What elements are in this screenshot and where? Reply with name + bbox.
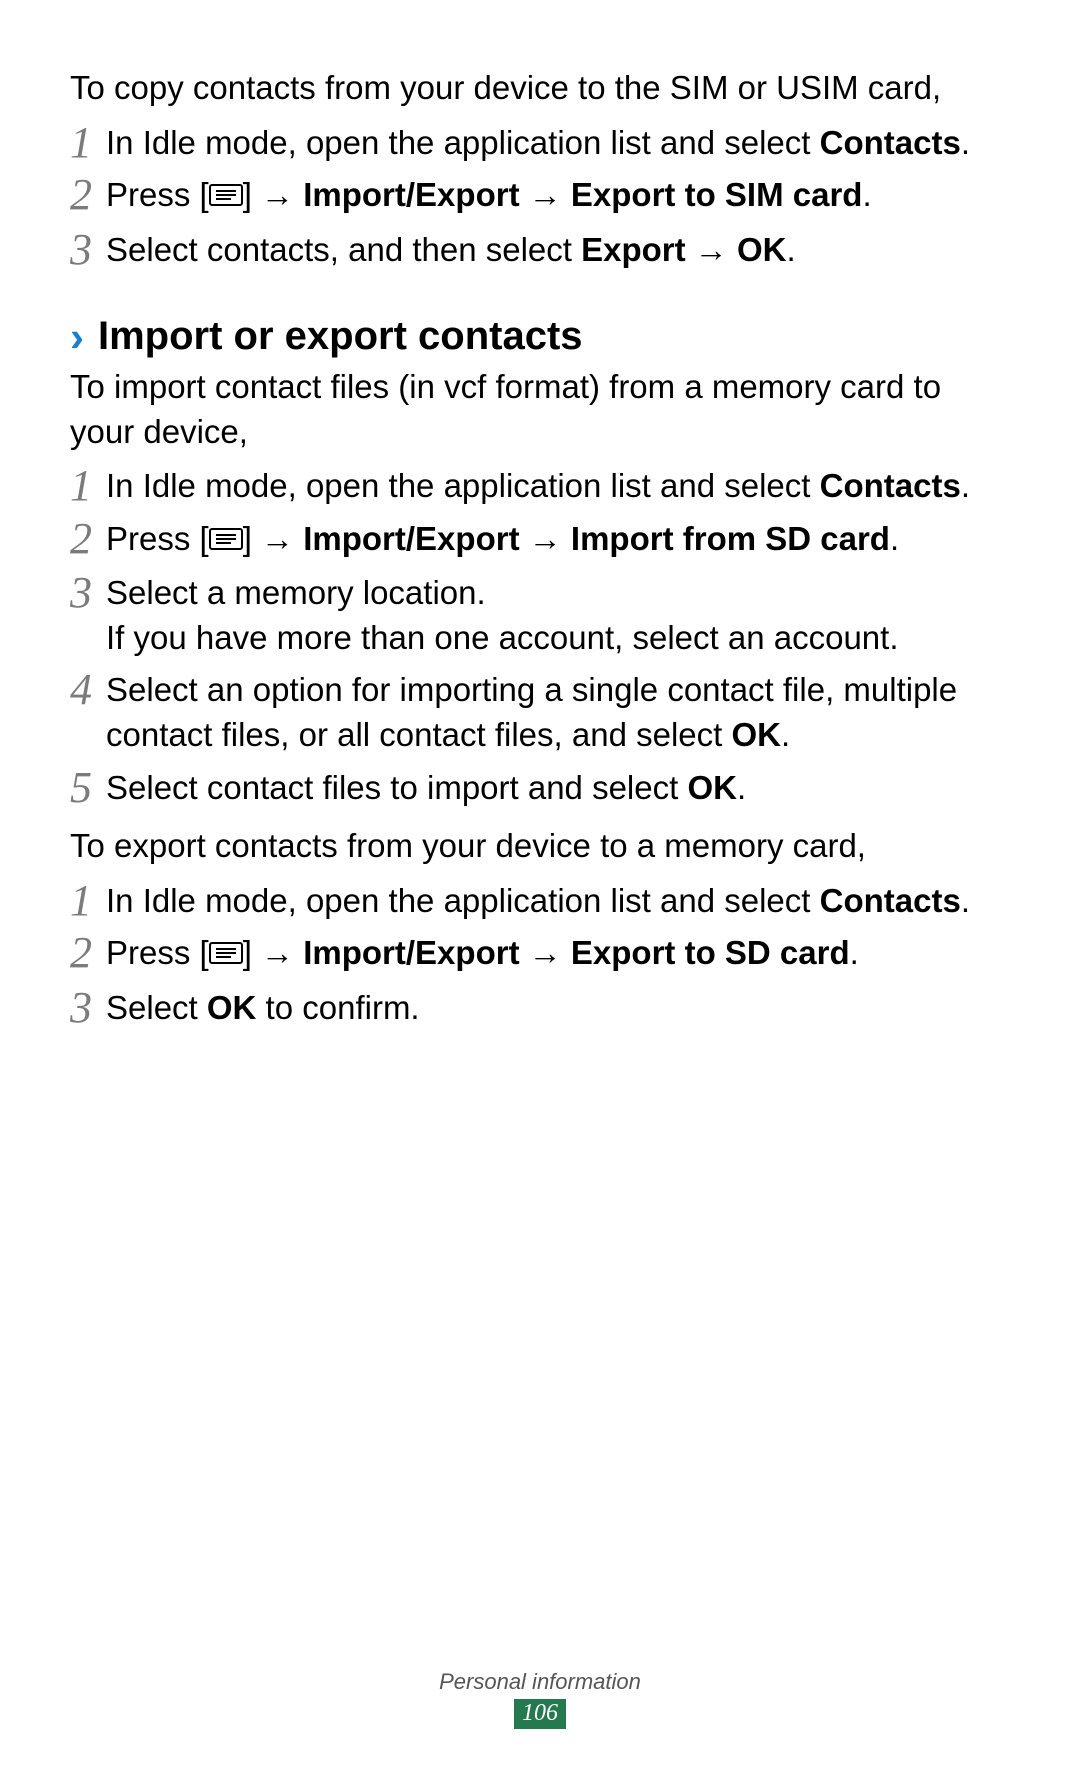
arrow: → (261, 176, 303, 213)
step-text: ] (243, 520, 261, 557)
menu-path: Export to SIM card (571, 176, 863, 213)
import-from-sd-steps: 1 In Idle mode, open the application lis… (70, 462, 1010, 810)
step-text: ] (243, 176, 261, 213)
section-heading: › Import or export contacts (70, 314, 1010, 359)
step-number: 3 (70, 228, 106, 272)
step-text: . (961, 882, 970, 919)
step-number: 5 (70, 766, 106, 810)
step-text: If you have more than one account, selec… (106, 616, 1010, 661)
step-item: 3 Select OK to confirm. (70, 984, 1010, 1031)
step-body: Press [] → Import/Export → Import from S… (106, 515, 1010, 564)
button-label: OK (207, 989, 257, 1026)
step-text: Press [ (106, 934, 209, 971)
menu-path: Import/Export (303, 176, 519, 213)
step-item: 1 In Idle mode, open the application lis… (70, 119, 1010, 166)
step-body: In Idle mode, open the application list … (106, 119, 1010, 166)
step-text: . (961, 467, 970, 504)
step-item: 3 Select a memory location. If you have … (70, 569, 1010, 660)
arrow: → (520, 934, 571, 971)
app-name: Contacts (820, 882, 961, 919)
intro-paragraph-2: To import contact files (in vcf format) … (70, 365, 1010, 454)
step-number: 1 (70, 121, 106, 165)
step-number: 3 (70, 986, 106, 1030)
step-text: Select contacts, and then select (106, 231, 581, 268)
step-text: In Idle mode, open the application list … (106, 882, 820, 919)
button-label: OK (687, 769, 737, 806)
step-text: . (961, 124, 970, 161)
arrow: → (686, 231, 737, 268)
chevron-right-icon: › (70, 316, 84, 358)
page-number: 106 (514, 1699, 566, 1729)
step-text: . (862, 176, 871, 213)
arrow: → (261, 520, 303, 557)
step-body: In Idle mode, open the application list … (106, 462, 1010, 509)
step-text: Select (106, 989, 207, 1026)
menu-icon (209, 173, 243, 218)
step-text: . (737, 769, 746, 806)
arrow: → (520, 176, 571, 213)
step-text: Select an option for importing a single … (106, 671, 957, 753)
step-number: 2 (70, 173, 106, 217)
step-text: Select contact files to import and selec… (106, 769, 687, 806)
menu-path: Import/Export (303, 520, 519, 557)
step-text: Press [ (106, 176, 209, 213)
arrow: → (261, 934, 303, 971)
menu-path: Import/Export (303, 934, 519, 971)
copy-to-sim-steps: 1 In Idle mode, open the application lis… (70, 119, 1010, 273)
step-item: 1 In Idle mode, open the application lis… (70, 877, 1010, 924)
step-body: Press [] → Import/Export → Export to SIM… (106, 171, 1010, 220)
step-number: 4 (70, 668, 106, 712)
step-text: . (781, 716, 790, 753)
step-text: to confirm. (256, 989, 419, 1026)
step-text: . (786, 231, 795, 268)
step-text: In Idle mode, open the application list … (106, 467, 820, 504)
step-text: Select a memory location. (106, 574, 486, 611)
step-text: . (890, 520, 899, 557)
app-name: Contacts (820, 124, 961, 161)
intro-paragraph-3: To export contacts from your device to a… (70, 824, 1010, 869)
step-item: 1 In Idle mode, open the application lis… (70, 462, 1010, 509)
arrow: → (520, 520, 571, 557)
heading-text: Import or export contacts (98, 314, 583, 359)
intro-paragraph-1: To copy contacts from your device to the… (70, 66, 1010, 111)
step-item: 2 Press [] → Import/Export → Export to S… (70, 171, 1010, 220)
button-label: OK (737, 231, 787, 268)
page-footer: Personal information 106 (0, 1669, 1080, 1729)
step-body: Select a memory location. If you have mo… (106, 569, 1010, 660)
app-name: Contacts (820, 467, 961, 504)
step-item: 5 Select contact files to import and sel… (70, 764, 1010, 811)
step-number: 2 (70, 517, 106, 561)
menu-path: Import from SD card (571, 520, 890, 557)
step-body: Select contacts, and then select Export … (106, 226, 1010, 273)
button-label: Export (581, 231, 686, 268)
step-number: 1 (70, 464, 106, 508)
menu-path: Export to SD card (571, 934, 850, 971)
menu-icon (209, 517, 243, 562)
step-item: 2 Press [] → Import/Export → Import from… (70, 515, 1010, 564)
step-body: In Idle mode, open the application list … (106, 877, 1010, 924)
export-to-sd-steps: 1 In Idle mode, open the application lis… (70, 877, 1010, 1031)
menu-icon (209, 931, 243, 976)
step-item: 3 Select contacts, and then select Expor… (70, 226, 1010, 273)
step-text: . (850, 934, 859, 971)
step-number: 3 (70, 571, 106, 615)
step-body: Press [] → Import/Export → Export to SD … (106, 929, 1010, 978)
step-number: 2 (70, 931, 106, 975)
step-item: 2 Press [] → Import/Export → Export to S… (70, 929, 1010, 978)
step-text: Press [ (106, 520, 209, 557)
button-label: OK (731, 716, 781, 753)
step-body: Select an option for importing a single … (106, 666, 1010, 757)
step-item: 4 Select an option for importing a singl… (70, 666, 1010, 757)
step-text: In Idle mode, open the application list … (106, 124, 820, 161)
step-body: Select OK to confirm. (106, 984, 1010, 1031)
footer-section-label: Personal information (0, 1669, 1080, 1695)
step-body: Select contact files to import and selec… (106, 764, 1010, 811)
step-text: ] (243, 934, 261, 971)
step-number: 1 (70, 879, 106, 923)
